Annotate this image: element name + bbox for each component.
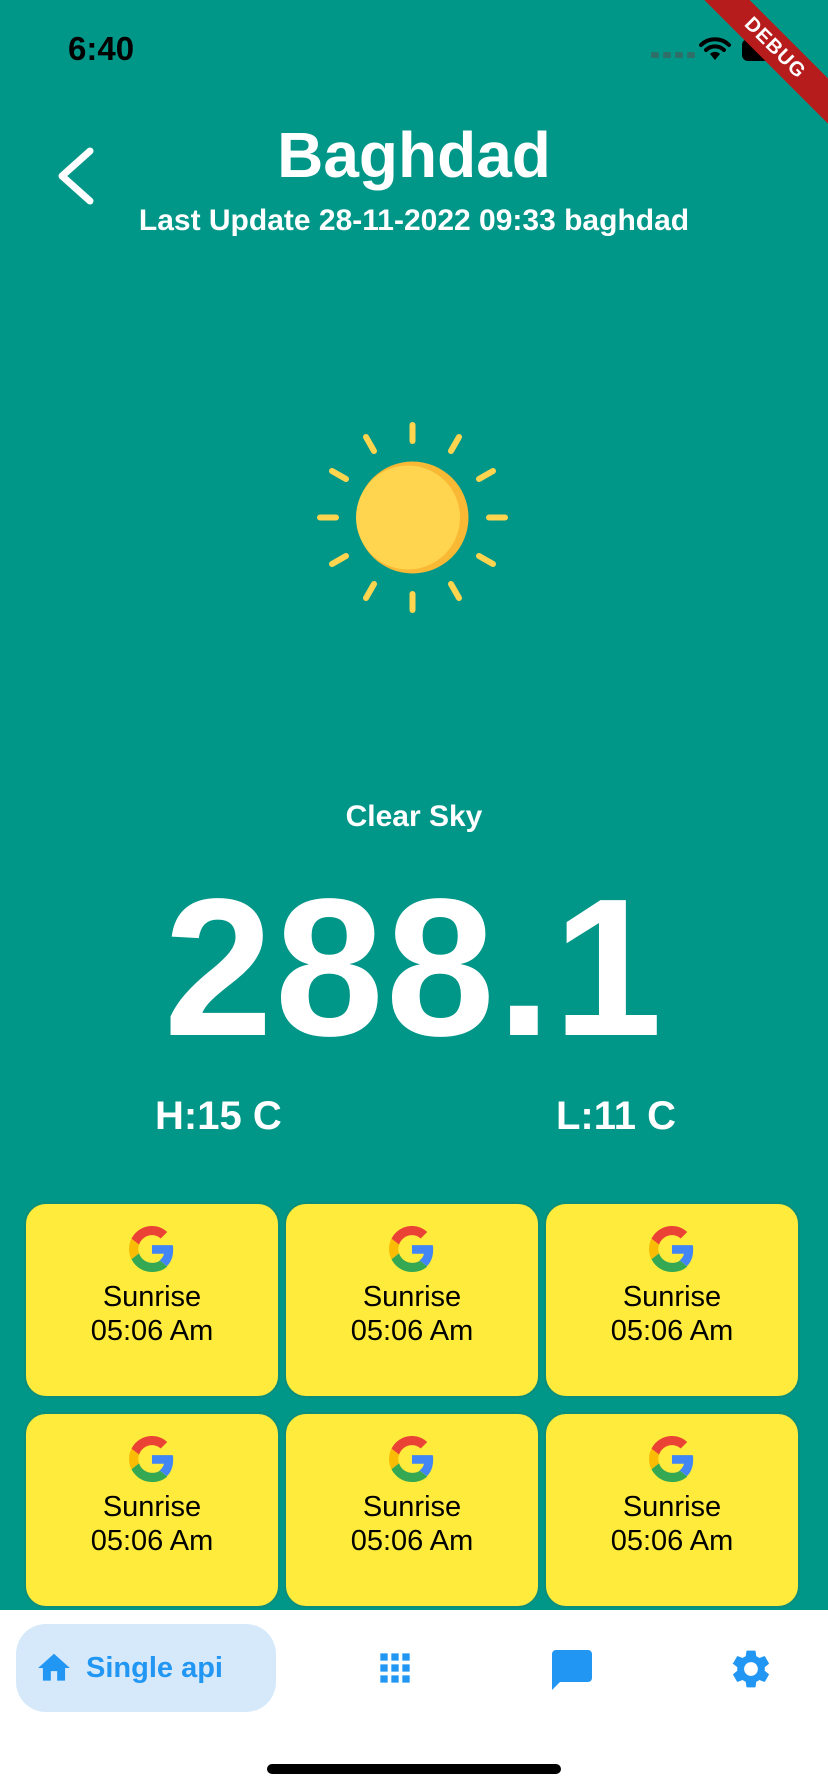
home-indicator[interactable] <box>267 1764 561 1774</box>
google-icon <box>389 1226 434 1272</box>
tile-label: Sunrise <box>102 1491 202 1523</box>
last-update-text: Last Update 28-11-2022 09:33 baghdad <box>138 204 690 237</box>
info-tile[interactable]: Sunrise 05:06 Am <box>284 1202 540 1398</box>
city-title: Baghdad <box>277 119 551 191</box>
debug-banner: DEBUG <box>698 0 828 130</box>
temperature-low: L:11 C <box>556 1094 677 1138</box>
tile-label: Sunrise <box>622 1491 722 1523</box>
tile-time: 05:06 Am <box>610 1315 734 1347</box>
cellular-signal-icon <box>651 52 695 58</box>
weather-condition: Clear Sky <box>345 800 483 833</box>
tile-time: 05:06 Am <box>90 1315 214 1347</box>
tile-label: Sunrise <box>362 1491 462 1523</box>
temperature-value: 288.1 <box>163 858 665 1077</box>
chat-icon[interactable] <box>548 1646 596 1694</box>
tile-label: Sunrise <box>622 1281 722 1313</box>
temperature-high: H:15 C <box>155 1094 282 1138</box>
tile-time: 05:06 Am <box>350 1315 474 1347</box>
info-tile[interactable]: Sunrise 05:06 Am <box>284 1412 540 1608</box>
status-time: 6:40 <box>68 30 135 67</box>
grid-icon[interactable] <box>373 1646 417 1690</box>
tile-label: Sunrise <box>102 1281 202 1313</box>
info-tile[interactable]: Sunrise 05:06 Am <box>24 1412 280 1608</box>
nav-item-label: Single api <box>86 1651 223 1684</box>
info-tile[interactable]: Sunrise 05:06 Am <box>544 1202 800 1398</box>
google-icon <box>649 1436 694 1482</box>
google-icon <box>389 1436 434 1482</box>
google-icon <box>129 1226 174 1272</box>
tile-time: 05:06 Am <box>610 1525 734 1557</box>
tile-label: Sunrise <box>362 1281 462 1313</box>
tile-time: 05:06 Am <box>90 1525 214 1557</box>
nav-item-single-api[interactable]: Single api <box>16 1624 276 1712</box>
info-tile[interactable]: Sunrise 05:06 Am <box>544 1412 800 1608</box>
google-icon <box>129 1436 174 1482</box>
google-icon <box>649 1226 694 1272</box>
sun-icon <box>317 422 508 613</box>
settings-icon[interactable] <box>728 1646 774 1692</box>
debug-banner-label: DEBUG <box>698 0 828 127</box>
info-tiles-grid: Sunrise 05:06 Am Sunrise 05:06 Am Sunris… <box>24 1202 804 1608</box>
info-tile[interactable]: Sunrise 05:06 Am <box>24 1202 280 1398</box>
home-icon <box>38 1653 70 1681</box>
tile-time: 05:06 Am <box>350 1525 474 1557</box>
